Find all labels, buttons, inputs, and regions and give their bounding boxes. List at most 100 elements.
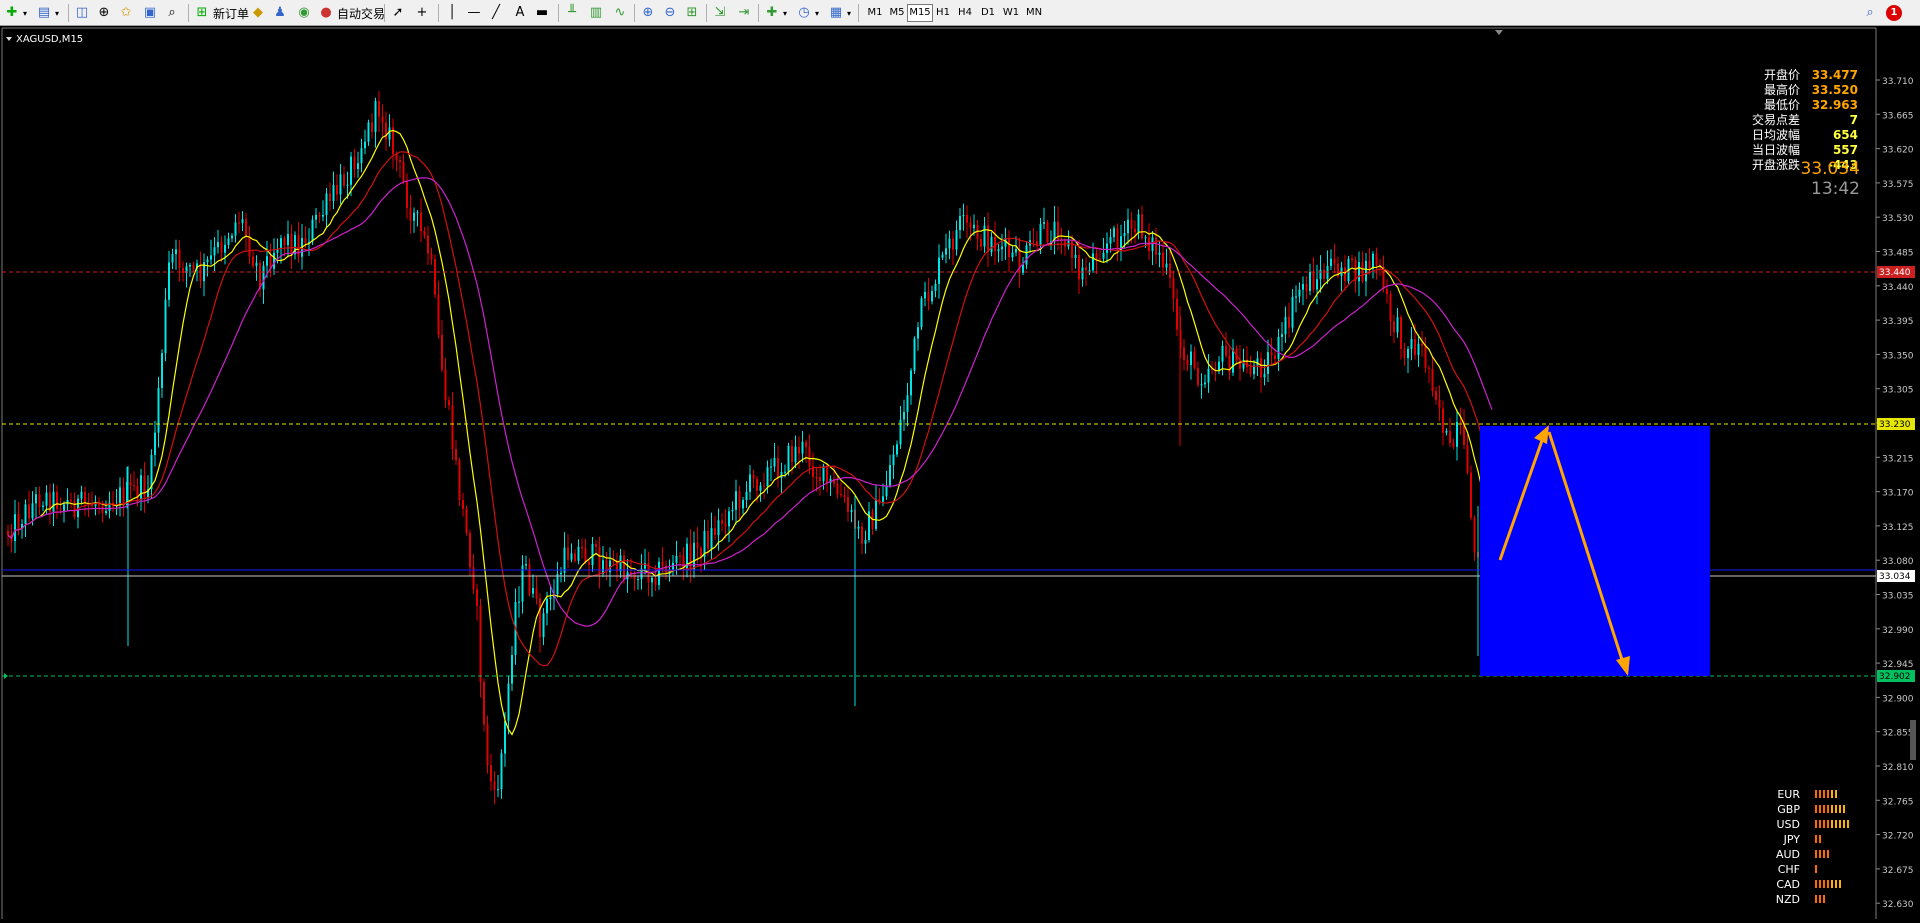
projection-box[interactable] (1480, 426, 1710, 676)
candle-body (59, 509, 62, 511)
zoom-out-icon: ⊖ (664, 5, 676, 20)
timeframe-mn[interactable]: MN (1021, 4, 1047, 22)
user-button[interactable]: ♟ (272, 3, 288, 23)
candle-body (679, 555, 681, 557)
crosshair-tool[interactable]: + (414, 3, 430, 23)
trendline-tool[interactable]: ╱ (488, 3, 504, 23)
candle-body (1375, 253, 1378, 265)
candle-body (385, 122, 387, 140)
candle-body (934, 283, 937, 292)
info-label: 交易点差 (1752, 112, 1800, 127)
text-tool[interactable]: A (512, 3, 528, 23)
metaeditor-button[interactable]: ◆ (250, 3, 266, 23)
price-level-tag-text: 33.034 (1879, 572, 1911, 582)
candle-body (612, 560, 615, 562)
auto-scroll-button[interactable]: ⇲ (712, 3, 728, 23)
price-tick-label: 32.675 (1882, 866, 1914, 876)
strength-bar (1843, 805, 1845, 813)
price-tick-label: 33.305 (1882, 386, 1914, 396)
candle-body (409, 207, 412, 221)
data-window-button[interactable]: ⊕ (96, 3, 112, 23)
candle-body (913, 338, 916, 371)
candle-body (1403, 348, 1406, 359)
candle-body (1008, 238, 1010, 258)
strength-bar (1815, 850, 1817, 858)
candle-body (1127, 219, 1129, 234)
candle-body (1165, 263, 1168, 268)
candle-body (213, 247, 216, 256)
candle-body (1389, 294, 1392, 322)
horizontal-line-icon: — (467, 5, 481, 20)
zoom-in-button[interactable]: ⊕ (640, 3, 656, 23)
candle-body (423, 231, 426, 236)
candlestick-button[interactable]: ▥ (588, 3, 604, 23)
candlestick-icon: ▥ (589, 5, 603, 20)
candle-body (1302, 283, 1304, 290)
bar-chart-button[interactable]: ╨ (564, 3, 580, 23)
candle-body (1162, 252, 1164, 268)
indicators-button[interactable]: ✚ ▾ (764, 3, 787, 23)
profiles-button[interactable]: ▤ ▾ (36, 3, 59, 23)
info-value: 557 (1833, 143, 1858, 157)
periods-button[interactable]: ◷ ▾ (796, 3, 819, 23)
candle-body (231, 235, 233, 239)
candle-body (360, 148, 363, 164)
candle-body (35, 494, 37, 504)
new-chart-button[interactable]: ✚ ▾ (4, 3, 27, 23)
vertical-scroll-handle[interactable] (1910, 720, 1916, 760)
candle-body (52, 491, 55, 512)
new-order-button[interactable]: ⊞ 新订单 (194, 3, 249, 23)
candle-body (1172, 277, 1175, 299)
star-folder-icon: ✩ (120, 5, 132, 20)
strength-bar (1819, 820, 1821, 828)
candle-body (1295, 296, 1297, 298)
candle-body (441, 334, 443, 370)
candle-body (1330, 258, 1332, 267)
red-level-tag-text: 33.440 (1879, 268, 1911, 278)
candle-body (161, 353, 163, 388)
candle-body (266, 256, 268, 266)
candle-body (731, 509, 734, 512)
currency-label: GBP (1777, 803, 1800, 816)
candle-body (903, 411, 905, 420)
chart-canvas[interactable]: XAGUSD,M15 33.710 33.665 33.620 33.575 33.53… (0, 26, 1920, 919)
vertical-line-tool[interactable]: │ (444, 3, 460, 23)
candle-body (1281, 334, 1283, 337)
strength-bar (1839, 820, 1841, 828)
navigator-button[interactable]: ✩ (118, 3, 134, 23)
candle-body (304, 238, 307, 244)
line-chart-button[interactable]: ∿ (612, 3, 628, 23)
strength-bar (1831, 880, 1833, 888)
templates-button[interactable]: ▦ ▾ (828, 3, 851, 23)
candle-body (777, 457, 779, 478)
label-tool[interactable]: ▬ (534, 3, 550, 23)
price-chart[interactable]: XAGUSD,M15 33.710 33.665 33.620 33.575 33.53… (0, 26, 1920, 919)
candle-body (528, 564, 531, 594)
auto-trading-button[interactable]: ● 自动交易 (318, 3, 385, 23)
candle-body (560, 572, 562, 575)
candle-body (1032, 240, 1035, 242)
zoom-out-button[interactable]: ⊖ (662, 3, 678, 23)
notifications-button[interactable]: 1 (1886, 3, 1902, 23)
cursor-tool[interactable]: ➚ (390, 3, 406, 23)
candle-body (353, 156, 356, 170)
currency-label: NZD (1776, 893, 1800, 906)
search-button[interactable]: ⌕ (1862, 3, 1878, 23)
chart-shift-button[interactable]: ⇥ (736, 3, 752, 23)
strategy-tester-button[interactable]: ⌕ (164, 3, 180, 23)
candle-body (924, 291, 926, 299)
tile-windows-button[interactable]: ⊞ (684, 3, 700, 23)
candle-body (773, 457, 776, 467)
horizontal-line-tool[interactable]: — (466, 3, 482, 23)
signals-button[interactable]: ◉ (296, 3, 312, 23)
candle-body (542, 613, 545, 638)
terminal-button[interactable]: ▣ (142, 3, 158, 23)
candle-body (952, 238, 954, 250)
candle-body (1099, 258, 1101, 260)
candle-body (864, 539, 867, 544)
candle-body (1351, 258, 1353, 261)
clock-icon: ◷ (798, 5, 810, 20)
strength-bar (1827, 790, 1829, 798)
candle-body (1207, 368, 1210, 383)
market-watch-button[interactable]: ◫ (74, 3, 90, 23)
